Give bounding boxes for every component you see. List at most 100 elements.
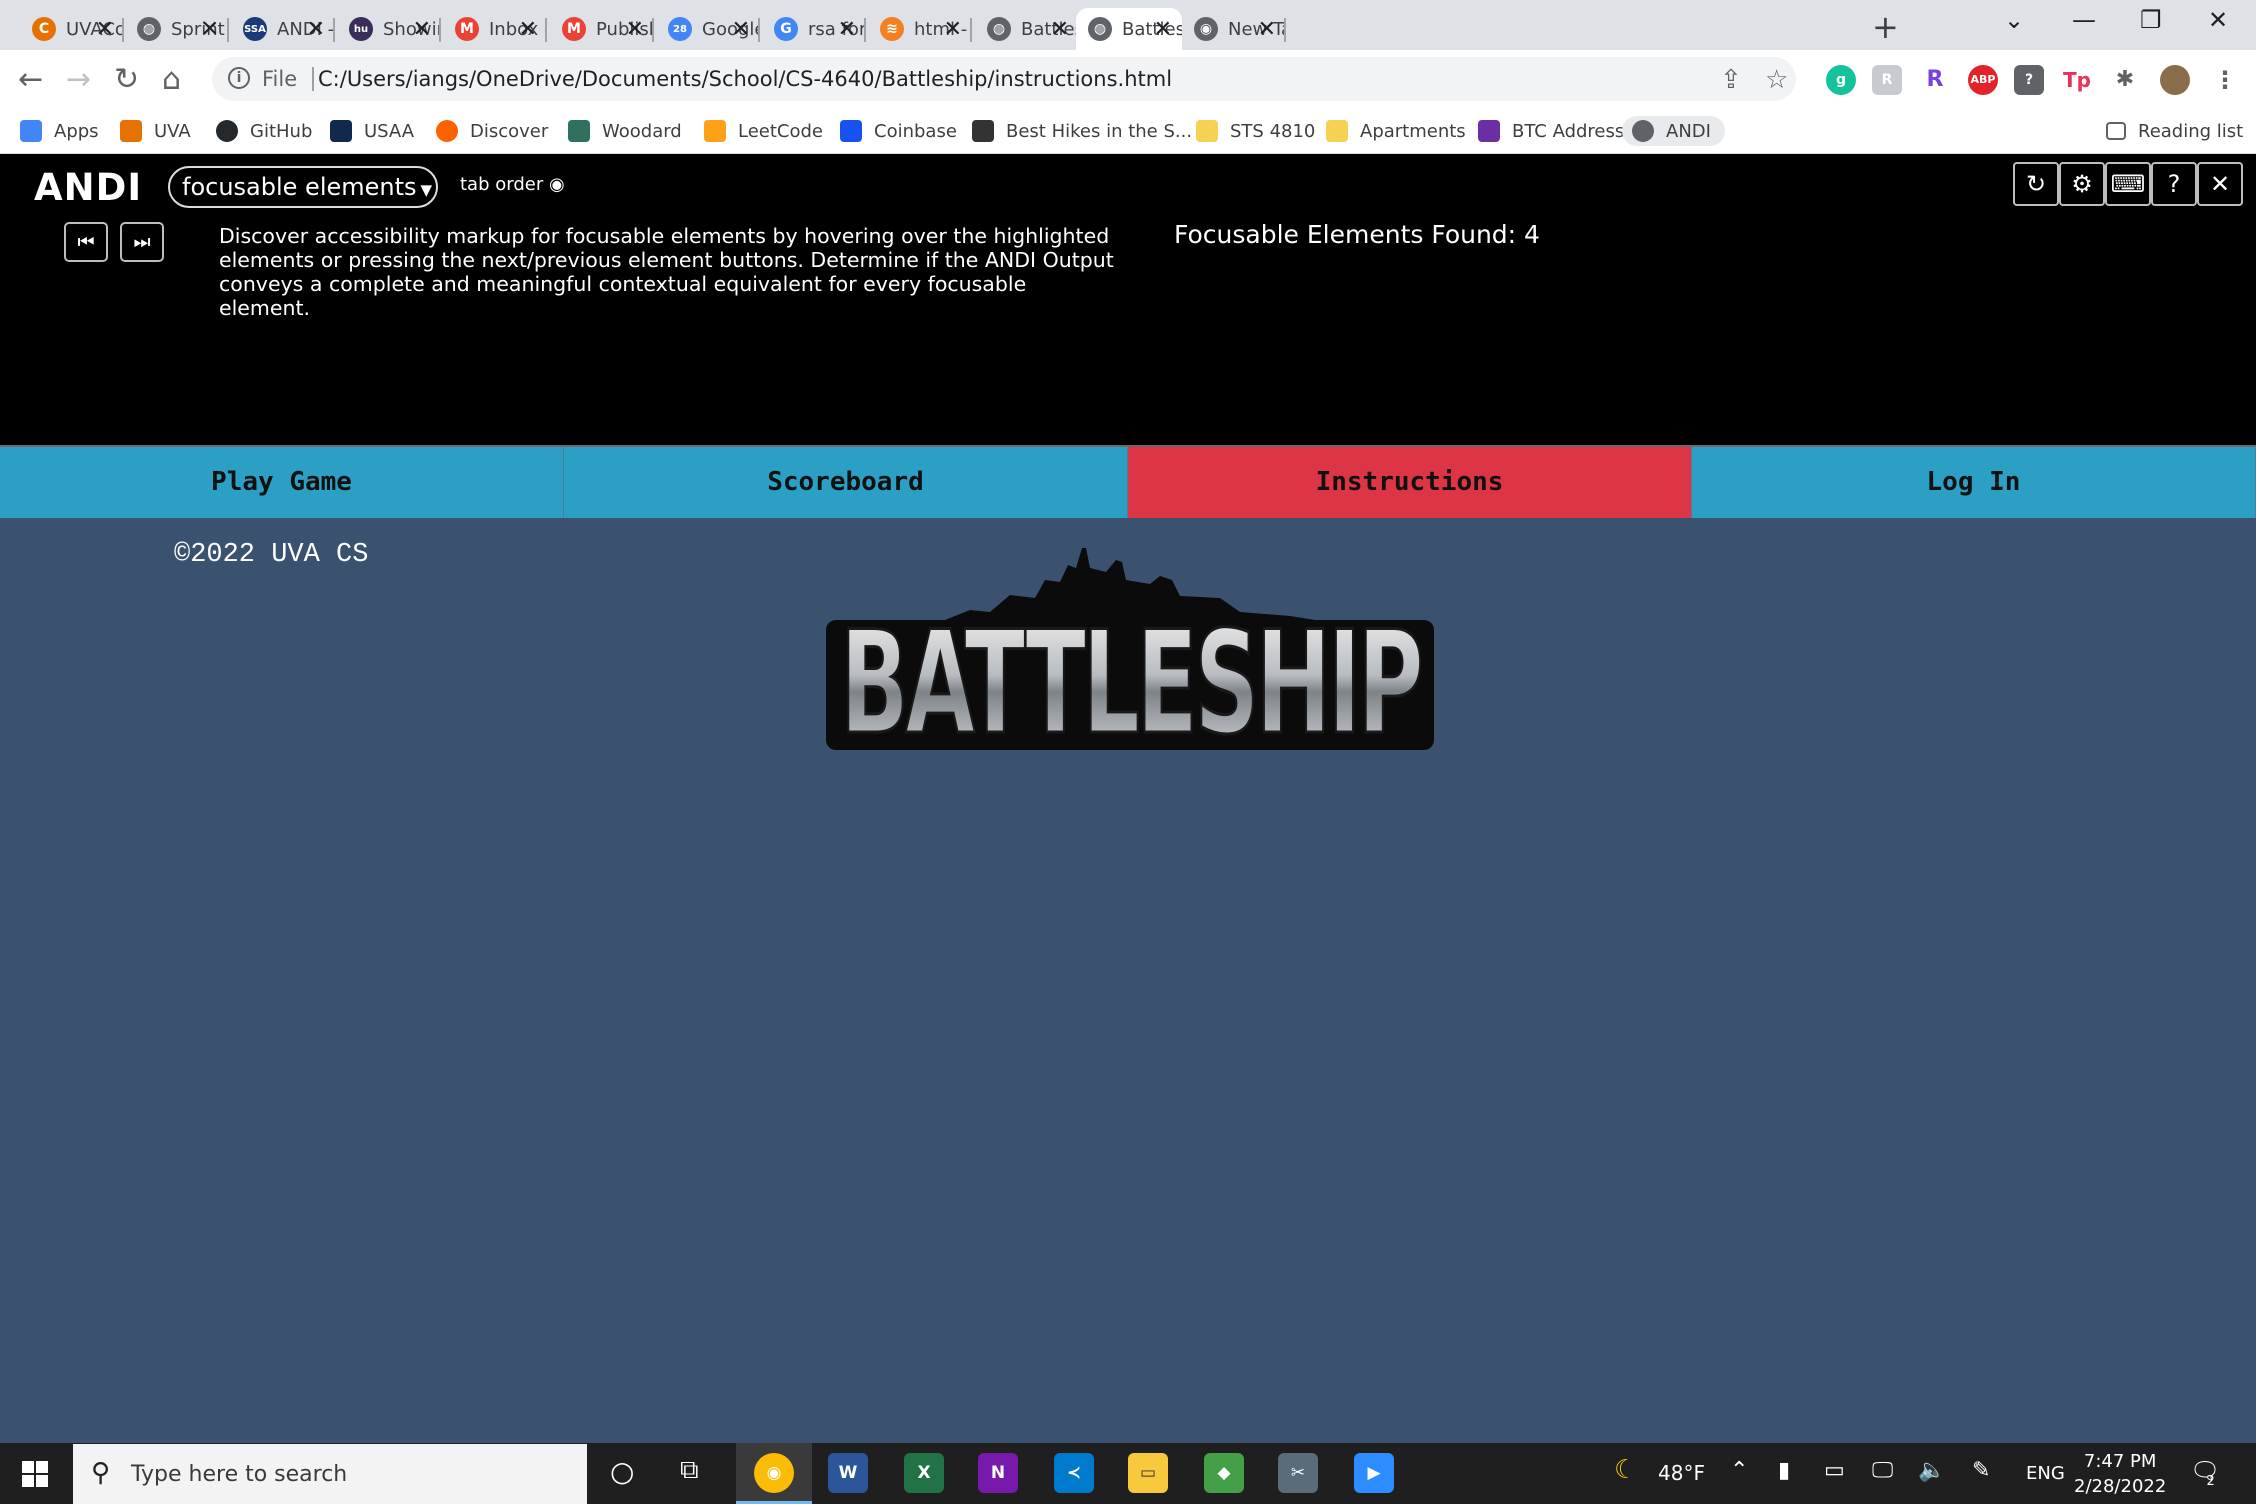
back-icon[interactable]: ←	[18, 62, 43, 97]
browser-tab[interactable]: ◍ Battles ✕	[1076, 8, 1182, 50]
taskbar-search-box[interactable]: ⚲ Type here to search	[73, 1444, 587, 1504]
extensions-puzzle-icon[interactable]: ✱	[2110, 65, 2140, 95]
keyboard-icon[interactable]: ⌨	[2105, 162, 2151, 206]
browser-tab[interactable]: CUVACol✕	[20, 8, 124, 50]
tab-close-icon[interactable]: ✕	[519, 17, 537, 42]
tab-order-toggle[interactable]: tab order ◉	[460, 174, 565, 195]
bookmark-item[interactable]: GitHub	[216, 116, 312, 146]
browser-tab[interactable]: ◍Sprint 2✕	[125, 8, 229, 50]
new-tab-button[interactable]: +	[1872, 8, 1899, 46]
git-kraken-icon[interactable]: ◆	[1204, 1453, 1244, 1493]
tab-close-icon[interactable]: ✕	[307, 17, 325, 42]
folder-icon	[1196, 120, 1218, 142]
grammarly-extension-icon[interactable]: g	[1826, 65, 1856, 95]
cortana-icon[interactable]: ○	[610, 1455, 634, 1488]
snip-tool-icon[interactable]: ✂	[1278, 1453, 1318, 1493]
bookmark-item[interactable]: Coinbase	[840, 116, 957, 146]
zoom-icon[interactable]: ▶	[1354, 1453, 1394, 1493]
task-view-icon[interactable]: ⧉	[680, 1455, 699, 1486]
bookmark-item[interactable]: UVA	[120, 116, 191, 146]
reload-icon[interactable]: ↻	[114, 62, 139, 97]
bookmark-item[interactable]: Discover	[436, 116, 548, 146]
browser-tab[interactable]: M Publish ✕	[550, 8, 654, 50]
nav-log-in[interactable]: Log In	[1692, 447, 2256, 518]
rekt-extension-icon[interactable]: R	[1872, 65, 1902, 95]
word-icon[interactable]: W	[828, 1453, 868, 1493]
bookmark-item[interactable]: Apartments	[1326, 116, 1466, 146]
bookmark-item[interactable]: BTC Address	[1478, 116, 1624, 146]
site-info-icon[interactable]: i	[228, 67, 250, 89]
bookmark-item[interactable]: Best Hikes in the S...	[972, 116, 1192, 146]
show-hidden-icons[interactable]: ⌃	[1730, 1458, 1748, 1483]
question-extension-icon[interactable]: ?	[2014, 65, 2044, 95]
bookmark-item[interactable]: STS 4810	[1196, 116, 1315, 146]
settings-gear-icon[interactable]: ⚙	[2059, 162, 2105, 206]
browser-tab[interactable]: ◉ New Ta ✕	[1182, 8, 1286, 50]
windows-start-icon[interactable]	[22, 1461, 48, 1487]
minimize-icon[interactable]: —	[2072, 6, 2096, 34]
onenote-icon[interactable]: N	[978, 1453, 1018, 1493]
andi-module-select[interactable]: focusable elements ▼	[168, 166, 438, 208]
help-icon[interactable]: ?	[2151, 162, 2197, 206]
r-extension-icon[interactable]: R	[1920, 65, 1950, 95]
weather-temperature[interactable]: 48°F	[1658, 1461, 1705, 1485]
pen-icon[interactable]: ✎	[1972, 1458, 1990, 1483]
tab-close-icon[interactable]: ✕	[732, 17, 750, 42]
address-bar[interactable]: i File C:/Users/iangs/OneDrive/Documents…	[212, 57, 1796, 101]
restore-icon[interactable]: ❐	[2140, 6, 2162, 34]
tab-close-icon[interactable]: ✕	[1051, 17, 1069, 42]
url-text[interactable]: C:/Users/iangs/OneDrive/Documents/School…	[318, 67, 1172, 91]
tab-close-icon[interactable]: ✕	[96, 17, 114, 42]
close-icon[interactable]: ✕	[2197, 162, 2243, 206]
bookmark-item[interactable]: Apps	[20, 116, 99, 146]
close-window-icon[interactable]: ✕	[2208, 6, 2228, 34]
tab-search-icon[interactable]: ⌄	[2004, 6, 2024, 34]
menu-kebab-icon[interactable]: ⋮	[2210, 65, 2240, 95]
tab-close-icon[interactable]: ✕	[1258, 17, 1276, 42]
bookmark-item[interactable]: LeetCode	[704, 116, 823, 146]
weather-moon-icon[interactable]: ☾	[1614, 1455, 1637, 1485]
tab-close-icon[interactable]: ✕	[838, 17, 856, 42]
home-icon[interactable]: ⌂	[162, 62, 181, 97]
nav-instructions[interactable]: Instructions	[1128, 447, 1692, 518]
system-clock[interactable]: 7:47 PM 2/28/2022	[2074, 1449, 2166, 1499]
forward-icon[interactable]: →	[66, 62, 91, 97]
tab-close-icon[interactable]: ✕	[201, 17, 219, 42]
chrome-taskbar-icon[interactable]: ◉	[754, 1453, 794, 1493]
usb-icon[interactable]: ▮	[1778, 1458, 1790, 1483]
bookmark-item[interactable]: ANDI	[1622, 116, 1725, 146]
browser-tab[interactable]: huShowin✕	[337, 8, 441, 50]
battery-icon[interactable]: ▭	[1824, 1458, 1845, 1483]
vscode-icon[interactable]: ≺	[1054, 1453, 1094, 1493]
next-element-button[interactable]: ⏭	[120, 222, 164, 262]
browser-tab[interactable]: 28 Google ✕	[656, 8, 760, 50]
tab-close-icon[interactable]: ✕	[944, 17, 962, 42]
refresh-icon[interactable]: ↻	[2013, 162, 2059, 206]
bookmark-item[interactable]: USAA	[330, 116, 414, 146]
adblock-plus-icon[interactable]: ABP	[1968, 65, 1998, 95]
browser-tab[interactable]: SSA ANDI - ✕	[231, 8, 335, 50]
file-explorer-icon[interactable]: ▭	[1128, 1453, 1168, 1493]
reading-list-button[interactable]: Reading list	[2106, 116, 2243, 146]
share-icon[interactable]: ⇪	[1720, 65, 1742, 95]
bookmark-star-icon[interactable]: ☆	[1765, 65, 1788, 95]
profile-avatar[interactable]	[2160, 65, 2190, 95]
browser-tab[interactable]: ≋html - :✕	[868, 8, 972, 50]
excel-icon[interactable]: X	[904, 1453, 944, 1493]
caret-down-icon: ▼	[420, 181, 433, 199]
tab-close-icon[interactable]: ✕	[1154, 17, 1172, 42]
nav-scoreboard[interactable]: Scoreboard	[564, 447, 1128, 518]
previous-element-button[interactable]: ⏮	[64, 222, 108, 262]
notification-center-icon[interactable]: 🗨2	[2190, 1457, 2229, 1489]
nav-play-game[interactable]: Play Game	[0, 447, 564, 518]
language-indicator[interactable]: ENG	[2026, 1463, 2065, 1484]
tab-close-icon[interactable]: ✕	[626, 17, 644, 42]
volume-icon[interactable]: 🔈	[1918, 1458, 1945, 1483]
browser-tab[interactable]: ◍ Battles ✕	[975, 8, 1079, 50]
bookmark-item[interactable]: Woodard	[568, 116, 682, 146]
network-icon[interactable]: 🖵	[1872, 1458, 1893, 1483]
browser-tab[interactable]: M Inbox - ✕	[443, 8, 547, 50]
tab-close-icon[interactable]: ✕	[413, 17, 431, 42]
tp-extension-icon[interactable]: Tp	[2062, 65, 2092, 95]
browser-tab[interactable]: Grsa forr✕	[762, 8, 866, 50]
